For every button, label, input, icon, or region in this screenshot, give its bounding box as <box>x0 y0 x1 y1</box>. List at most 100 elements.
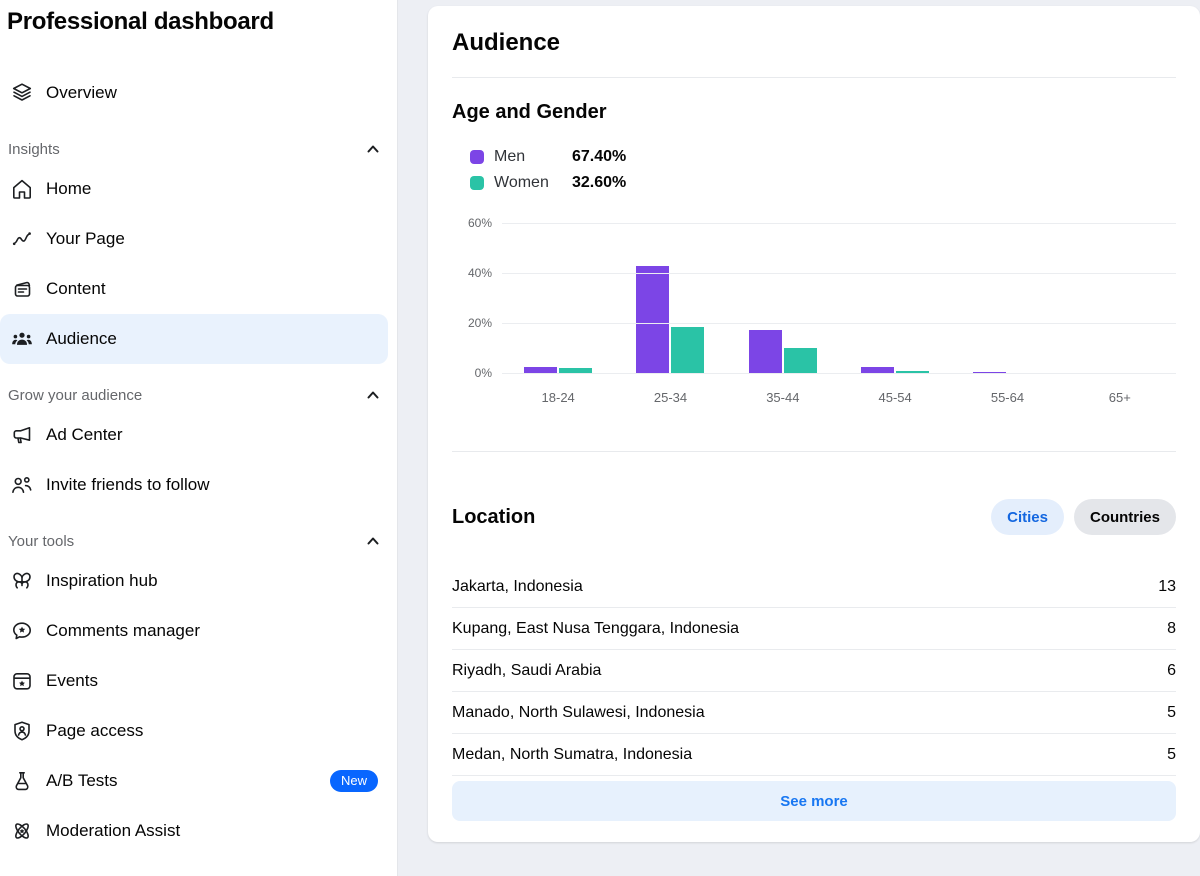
location-count: 6 <box>1167 662 1176 680</box>
sidebar-item-your-page[interactable]: Your Page <box>0 214 388 264</box>
list-item: Manado, North Sulawesi, Indonesia 5 <box>452 692 1176 734</box>
flask-icon <box>10 769 34 793</box>
list-item: Kupang, East Nusa Tenggara, Indonesia 8 <box>452 608 1176 650</box>
sidebar-nav: Overview Insights Home Your Page Content <box>0 68 397 856</box>
section-header-your-tools[interactable]: Your tools <box>0 526 397 556</box>
sidebar-item-home[interactable]: Home <box>0 164 388 214</box>
sidebar-item-overview[interactable]: Overview <box>0 68 388 118</box>
sidebar-item-label: Moderation Assist <box>46 821 180 841</box>
gridline <box>502 323 1176 324</box>
sidebar-item-inspiration-hub[interactable]: Inspiration hub <box>0 556 388 606</box>
legend-row-women: Women 32.60% <box>452 170 1176 196</box>
sidebar-item-moderation-assist[interactable]: Moderation Assist <box>0 806 388 856</box>
x-tick-label: 55-64 <box>951 390 1063 405</box>
sidebar-item-content[interactable]: Content <box>0 264 388 314</box>
section-header-grow-your-audience[interactable]: Grow your audience <box>0 380 397 410</box>
gridline <box>502 223 1176 224</box>
chart-plot <box>502 222 1176 374</box>
home-icon <box>10 177 34 201</box>
sidebar-item-label: A/B Tests <box>46 771 118 791</box>
section-header-insights[interactable]: Insights <box>0 134 397 164</box>
men-color-chip <box>470 150 484 164</box>
sidebar: Professional dashboard Overview Insights… <box>0 0 398 876</box>
page-title: Audience <box>452 28 1176 58</box>
sidebar-item-events[interactable]: Events <box>0 656 388 706</box>
see-more-button[interactable]: See more <box>452 781 1176 821</box>
y-tick-label: 20% <box>468 316 492 330</box>
sidebar-item-ab-tests[interactable]: A/B Tests New <box>0 756 388 806</box>
sidebar-item-label: Your Page <box>46 229 125 249</box>
chart-bars <box>502 222 1176 374</box>
location-place: Medan, North Sumatra, Indonesia <box>452 746 692 764</box>
location-place: Jakarta, Indonesia <box>452 578 583 596</box>
legend-value: 67.40% <box>572 148 626 166</box>
sidebar-item-ad-center[interactable]: Ad Center <box>0 410 388 460</box>
age-gender-title: Age and Gender <box>452 100 1176 124</box>
bar-group <box>839 222 951 374</box>
men-bar <box>636 266 669 374</box>
chevron-up-icon <box>363 531 383 551</box>
location-place: Riyadh, Saudi Arabia <box>452 662 601 680</box>
location-place: Kupang, East Nusa Tenggara, Indonesia <box>452 620 739 638</box>
location-place: Manado, North Sulawesi, Indonesia <box>452 704 705 722</box>
atom-star-icon <box>10 819 34 843</box>
age-gender-bar-chart: 0%20%40%60% <box>452 222 1176 374</box>
legend-value: 32.60% <box>572 174 626 192</box>
list-item: Jakarta, Indonesia 13 <box>452 566 1176 608</box>
cities-toggle-button[interactable]: Cities <box>991 499 1064 535</box>
content-icon <box>10 277 34 301</box>
bar-group <box>951 222 1063 374</box>
comment-star-icon <box>10 619 34 643</box>
sidebar-item-invite-friends[interactable]: Invite friends to follow <box>0 460 388 510</box>
location-count: 5 <box>1167 704 1176 722</box>
legend-label: Women <box>494 174 550 192</box>
x-tick-label: 45-54 <box>839 390 951 405</box>
bar-group <box>727 222 839 374</box>
legend-row-men: Men 67.40% <box>452 144 1176 170</box>
women-bar <box>671 327 704 375</box>
bar-group <box>502 222 614 374</box>
sidebar-item-comments-manager[interactable]: Comments manager <box>0 606 388 656</box>
countries-toggle-button[interactable]: Countries <box>1074 499 1176 535</box>
location-list: Jakarta, Indonesia 13 Kupang, East Nusa … <box>452 566 1176 776</box>
chevron-up-icon <box>363 139 383 159</box>
y-tick-label: 60% <box>468 216 492 230</box>
location-count: 13 <box>1158 578 1176 596</box>
sidebar-item-audience[interactable]: Audience <box>0 314 388 364</box>
chevron-up-icon <box>363 385 383 405</box>
audience-card: Audience Age and Gender Men 67.40% Women… <box>428 6 1200 842</box>
gridline <box>502 373 1176 374</box>
location-header: Location Cities Countries <box>452 499 1176 535</box>
chart-legend: Men 67.40% Women 32.60% <box>452 144 1176 196</box>
location-count: 8 <box>1167 620 1176 638</box>
layers-icon <box>10 81 34 105</box>
legend-label: Men <box>494 148 550 166</box>
x-tick-label: 18-24 <box>502 390 614 405</box>
shield-person-icon <box>10 719 34 743</box>
women-color-chip <box>470 176 484 190</box>
x-tick-label: 65+ <box>1064 390 1176 405</box>
sidebar-item-label: Overview <box>46 83 117 103</box>
sidebar-item-label: Invite friends to follow <box>46 475 209 495</box>
section-label: Your tools <box>8 533 74 550</box>
new-badge: New <box>330 770 378 792</box>
men-bar <box>749 330 782 374</box>
list-item: Riyadh, Saudi Arabia 6 <box>452 650 1176 692</box>
location-title: Location <box>452 505 535 529</box>
bar-group <box>1064 222 1176 374</box>
sidebar-item-label: Events <box>46 671 98 691</box>
section-label: Grow your audience <box>8 387 142 404</box>
x-tick-label: 25-34 <box>614 390 726 405</box>
invite-friends-icon <box>10 473 34 497</box>
chart-x-axis: 18-2425-3435-4445-5455-6465+ <box>502 390 1176 405</box>
sidebar-item-page-access[interactable]: Page access <box>0 706 388 756</box>
divider <box>452 77 1176 78</box>
sidebar-item-label: Content <box>46 279 106 299</box>
women-bar <box>784 348 817 374</box>
bar-group <box>614 222 726 374</box>
sidebar-item-label: Inspiration hub <box>46 571 158 591</box>
sidebar-item-label: Page access <box>46 721 143 741</box>
main-area: Audience Age and Gender Men 67.40% Women… <box>399 0 1200 876</box>
y-tick-label: 0% <box>475 366 492 380</box>
list-item: Medan, North Sumatra, Indonesia 5 <box>452 734 1176 776</box>
